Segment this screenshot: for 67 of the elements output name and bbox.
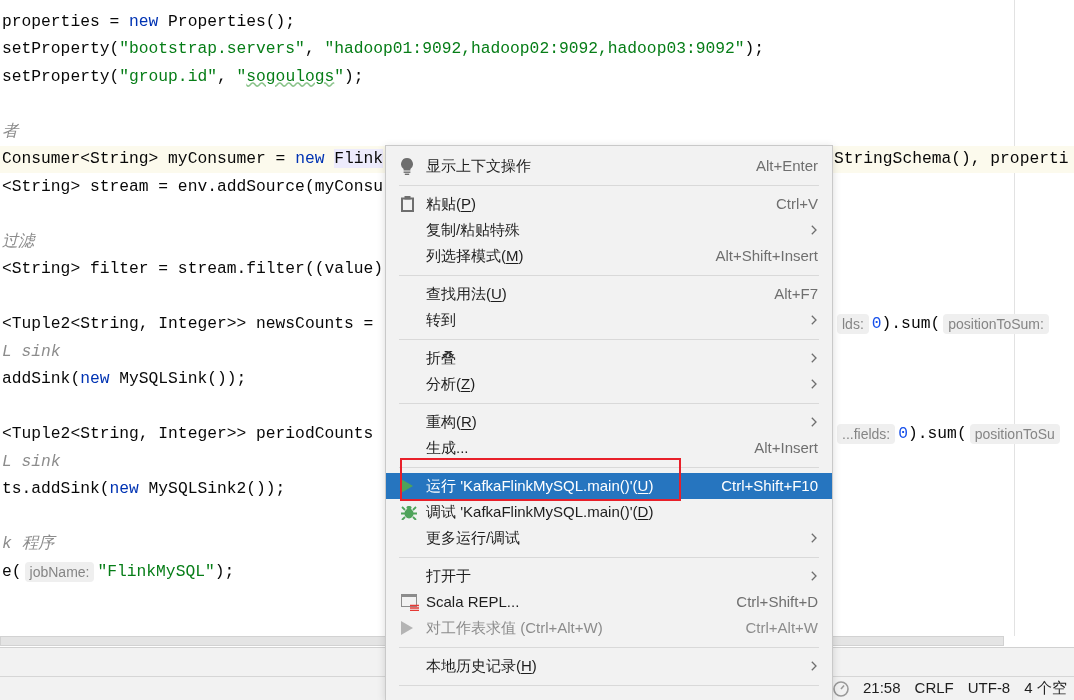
menu-item[interactable]: 列选择模式(M) Alt+Shift+Insert [386,243,832,269]
parameter-hint: jobName: [24,561,95,582]
code-text: setProperty("group.id", "sogoulogs"); [2,65,364,88]
code-text: ts.addSink(new MySQLSink2()); [2,478,286,501]
status-item[interactable]: 4 个空 [1024,677,1067,700]
code-text: <String> filter = stream.filter((value) [2,258,384,281]
menu-item[interactable]: 显示上下文操作 Alt+Enter [386,153,832,179]
menu-item[interactable]: 生成... Alt+Insert [386,435,832,461]
keyboard-shortcut: Alt+Shift+Insert [715,245,818,266]
menu-item[interactable]: Scala REPL... Ctrl+Shift+D [386,589,832,615]
code-comment: L sink [2,340,61,363]
code-comment: 者 [2,120,18,143]
menu-item[interactable]: 查找用法(U) Alt+F7 [386,281,832,307]
code-text: <Tuple2<String, Integer>> newsCounts = [2,313,374,336]
menu-item[interactable]: 粘贴(P) Ctrl+V [386,191,832,217]
code-comment: 过滤 [2,230,34,253]
chevron-right-icon [811,225,817,235]
menu-item[interactable]: 打开于 [386,563,832,589]
menu-item[interactable]: 转到 [386,307,832,333]
menu-item[interactable]: 折叠 [386,345,832,371]
play-icon [401,479,413,493]
chevron-right-icon [811,315,817,325]
chevron-right-icon [811,379,817,389]
menu-item[interactable]: 调试 'KafkaFlinkMySQL.main()'(D) [386,499,832,525]
code-text: addSink(new MySQLSink()); [2,368,247,391]
menu-item[interactable]: 运行 'KafkaFlinkMySQL.main()'(U) Ctrl+Shift+F10 [386,473,832,499]
clipboard-icon [401,196,414,212]
keyboard-shortcut: Ctrl+Shift+F10 [721,475,818,496]
parameter-hint: positionToSu [969,424,1060,445]
status-item[interactable]: 21:58 [863,677,901,700]
keyboard-shortcut: Ctrl+V [775,193,818,214]
code-text: properties = new Properties(); [2,10,296,33]
chevron-right-icon [811,661,817,671]
code-text: "FlinkMySQL"); [97,560,235,583]
play-icon [401,621,413,635]
keyboard-shortcut: Alt+Insert [754,437,818,458]
keyboard-shortcut: Ctrl+Alt+W [745,617,818,638]
code-text: 0).sum( [898,423,967,446]
chevron-right-icon [811,417,817,427]
lightbulb-icon [401,157,413,175]
code-text: <Tuple2<String, Integer>> periodCounts [2,423,374,446]
keyboard-shortcut: Alt+F7 [774,283,818,304]
keyboard-shortcut: Alt+Enter [755,155,818,176]
menu-item[interactable]: 更多运行/调试 [386,525,832,551]
menu-item[interactable]: 重构(R) [386,409,832,435]
code-comment: L sink [2,450,61,473]
code-text: 0).sum( [871,313,941,336]
parameter-hint: positionToSum: [943,314,1049,335]
code-text: Consumer<String> myConsumer = new Flink [2,148,384,171]
code-text: <String> stream = env.addSource(myConsu [2,175,384,198]
menu-item[interactable]: 本地历史记录(H) [386,653,832,679]
status-item[interactable]: UTF-8 [967,677,1011,700]
bug-icon [401,504,417,520]
parameter-hint: lds: [837,314,869,335]
chevron-right-icon [811,353,817,363]
keyboard-shortcut: Ctrl+Shift+D [736,591,818,612]
clock-icon[interactable] [833,680,849,697]
code-text: setProperty("bootstrap.servers", "hadoop01:9092,hadoop02:9092,hadoop03:9092"); [2,38,765,61]
status-item[interactable]: CRLF [914,677,954,700]
chevron-right-icon [811,571,817,581]
console-window-icon [401,593,419,611]
menu-item[interactable]: 复制/粘贴特殊 [386,217,832,243]
parameter-hint: ...fields: [837,424,896,445]
code-text: e( [2,560,22,583]
menu-item[interactable]: 分析(Z) [386,371,832,397]
code-text: StringSchema(), properti [834,148,1069,171]
chevron-right-icon [811,533,817,543]
